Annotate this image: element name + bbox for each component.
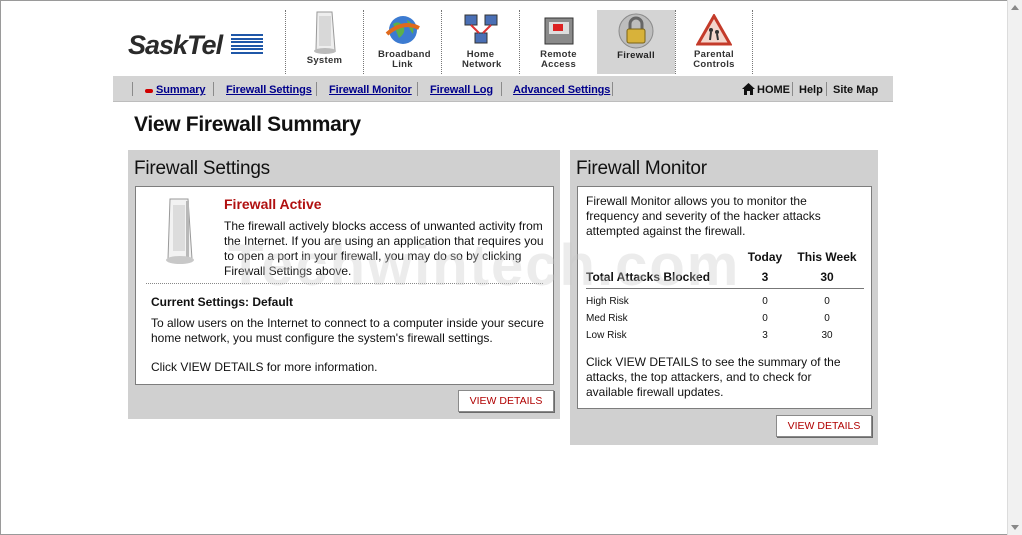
scroll-down-arrow-icon[interactable] [1011,525,1019,530]
subnav-summary-link[interactable]: Summary [156,84,206,96]
col-week-header: This Week [797,250,857,264]
firewall-monitor-box: Firewall Monitor allows you to monitor t… [577,186,872,409]
table-row: Low Risk 3 30 [586,327,864,344]
nav-broadband-link[interactable]: Broadband Link [363,10,441,74]
current-page-marker-icon [145,89,153,93]
total-attacks-row: Total Attacks Blocked 3 30 [586,266,864,289]
nav-label: System [306,55,343,66]
subnav-firewall-monitor-link[interactable]: Firewall Monitor [329,84,412,96]
monitor-intro: Firewall Monitor allows you to monitor t… [586,194,821,238]
risk-today-value: 0 [762,313,768,324]
risk-week-value: 30 [821,330,833,341]
firewall-status: Firewall Active [224,196,322,212]
table-row: High Risk 0 0 [586,289,864,311]
subnav-divider [826,82,827,96]
nav-system[interactable]: System [285,10,363,74]
remote-access-icon [544,17,573,45]
subnav-firewall-log-link[interactable]: Firewall Log [430,84,493,96]
risk-week-value: 0 [824,313,830,324]
current-settings-label: Current Settings: Default [151,295,294,309]
nav-firewall[interactable]: Firewall [597,10,675,74]
risk-today-value: 0 [762,296,768,307]
modem-icon [313,11,336,54]
nav-home-network[interactable]: Home Network [441,10,519,74]
risk-label: High Risk [586,296,629,307]
page-title: View Firewall Summary [134,113,361,136]
subnav-divider [316,82,317,96]
total-today-value: 3 [740,266,790,289]
risk-label: Low Risk [586,330,627,341]
more-info-text: Click VIEW DETAILS for more information. [151,360,378,374]
table-header-row: Today This Week [586,248,864,266]
nav-label: Broadband Link [378,49,431,70]
subnav-divider [792,82,793,96]
configure-info: To allow users on the Internet to connec… [151,316,544,345]
nav-label: Firewall [617,50,655,61]
site-map-link[interactable]: Site Map [833,84,878,96]
nav-label: Parental Controls [693,49,735,70]
firewall-settings-heading: Firewall Settings [134,158,270,179]
home-icon[interactable] [742,83,755,95]
nav-parental-controls[interactable]: Parental Controls [675,10,753,74]
firewall-monitor-panel: Firewall Monitor Firewall Monitor allows… [570,150,878,445]
firewall-settings-panel: Firewall Settings Firewall Active The fi… [128,150,560,419]
subnav-divider [417,82,418,96]
monitor-view-details-button[interactable]: VIEW DETAILS [776,415,872,437]
firewall-subnav: Summary Firewall Settings Firewall Monit… [113,76,893,102]
warning-sign-icon [696,14,732,46]
risk-today-value: 3 [762,330,768,341]
firewall-settings-box: Firewall Active The firewall actively bl… [135,186,554,385]
modem-device-icon [166,198,194,264]
subnav-divider [132,82,133,96]
padlock-icon [618,13,654,49]
total-attacks-label: Total Attacks Blocked [586,266,740,289]
firewall-description: The firewall actively blocks access of u… [224,219,544,278]
table-row: Med Risk 0 0 [586,310,864,327]
monitor-footer-text: Click VIEW DETAILS to see the summary of… [586,355,841,399]
sasktel-logo-bars-icon [231,34,263,54]
subnav-divider [612,82,613,96]
firewall-monitor-heading: Firewall Monitor [576,158,707,179]
subnav-firewall-settings-link[interactable]: Firewall Settings [226,84,312,96]
nav-remote-access[interactable]: Remote Access [519,10,597,74]
col-today-header: Today [747,250,783,264]
attack-stats-table: Today This Week Total Attacks Blocked 3 … [586,248,864,344]
subnav-divider [213,82,214,96]
help-link[interactable]: Help [799,84,823,96]
subnav-advanced-settings-link[interactable]: Advanced Settings [513,84,610,96]
dotted-divider [146,283,543,284]
scroll-up-arrow-icon[interactable] [1011,5,1019,10]
nav-label: Remote Access [540,49,577,70]
home-link[interactable]: HOME [757,84,790,96]
nav-label: Home Network [462,49,502,70]
vertical-scrollbar[interactable] [1007,0,1022,535]
total-week-value: 30 [790,266,864,289]
sasktel-logo: SaskTel [128,30,223,60]
subnav-divider [501,82,502,96]
risk-label: Med Risk [586,313,628,324]
network-icon [464,14,497,44]
risk-week-value: 0 [824,296,830,307]
settings-view-details-button[interactable]: VIEW DETAILS [458,390,554,412]
top-nav: System Broadband Link Home Network Remot… [285,10,753,74]
globe-icon [385,16,420,44]
